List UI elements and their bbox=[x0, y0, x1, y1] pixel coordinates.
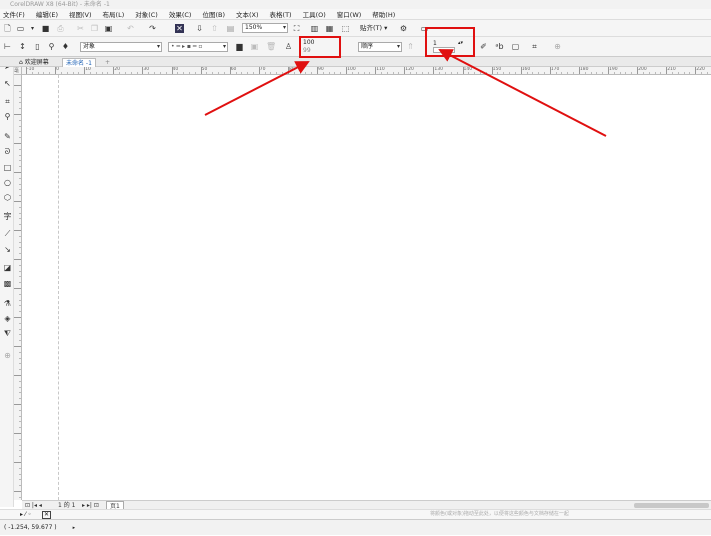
palette-hint: 将颜色(或对象)拖动至此处，以便将这些颜色与文档存储在一起 bbox=[430, 511, 569, 517]
annotation-arrow-left bbox=[204, 61, 310, 116]
palette-arrows-icon[interactable]: ▸ ⁄ ◦ bbox=[20, 510, 31, 519]
no-color-swatch[interactable]: ✕ bbox=[42, 511, 51, 519]
annotation-arrow-right bbox=[438, 49, 607, 137]
annotation-arrows bbox=[204, 49, 607, 137]
horizontal-scrollbar[interactable] bbox=[512, 500, 711, 509]
cursor-coordinates: ( -1.254, 59.677 ) bbox=[4, 524, 57, 531]
page-navigator: ⊡ |◂ ◂ 1 的 1 ▸ ▸| ⊡ 页1 bbox=[22, 500, 512, 510]
scroll-thumb[interactable] bbox=[634, 503, 709, 508]
status-arrow-icon[interactable]: ▸ bbox=[73, 525, 76, 531]
status-bar: ( -1.254, 59.677 ) ▸ bbox=[0, 519, 711, 535]
palette-tray: ▸ ⁄ ◦ ✕ 将颜色(或对象)拖动至此处，以便将这些颜色与文档存储在一起 bbox=[0, 509, 711, 519]
